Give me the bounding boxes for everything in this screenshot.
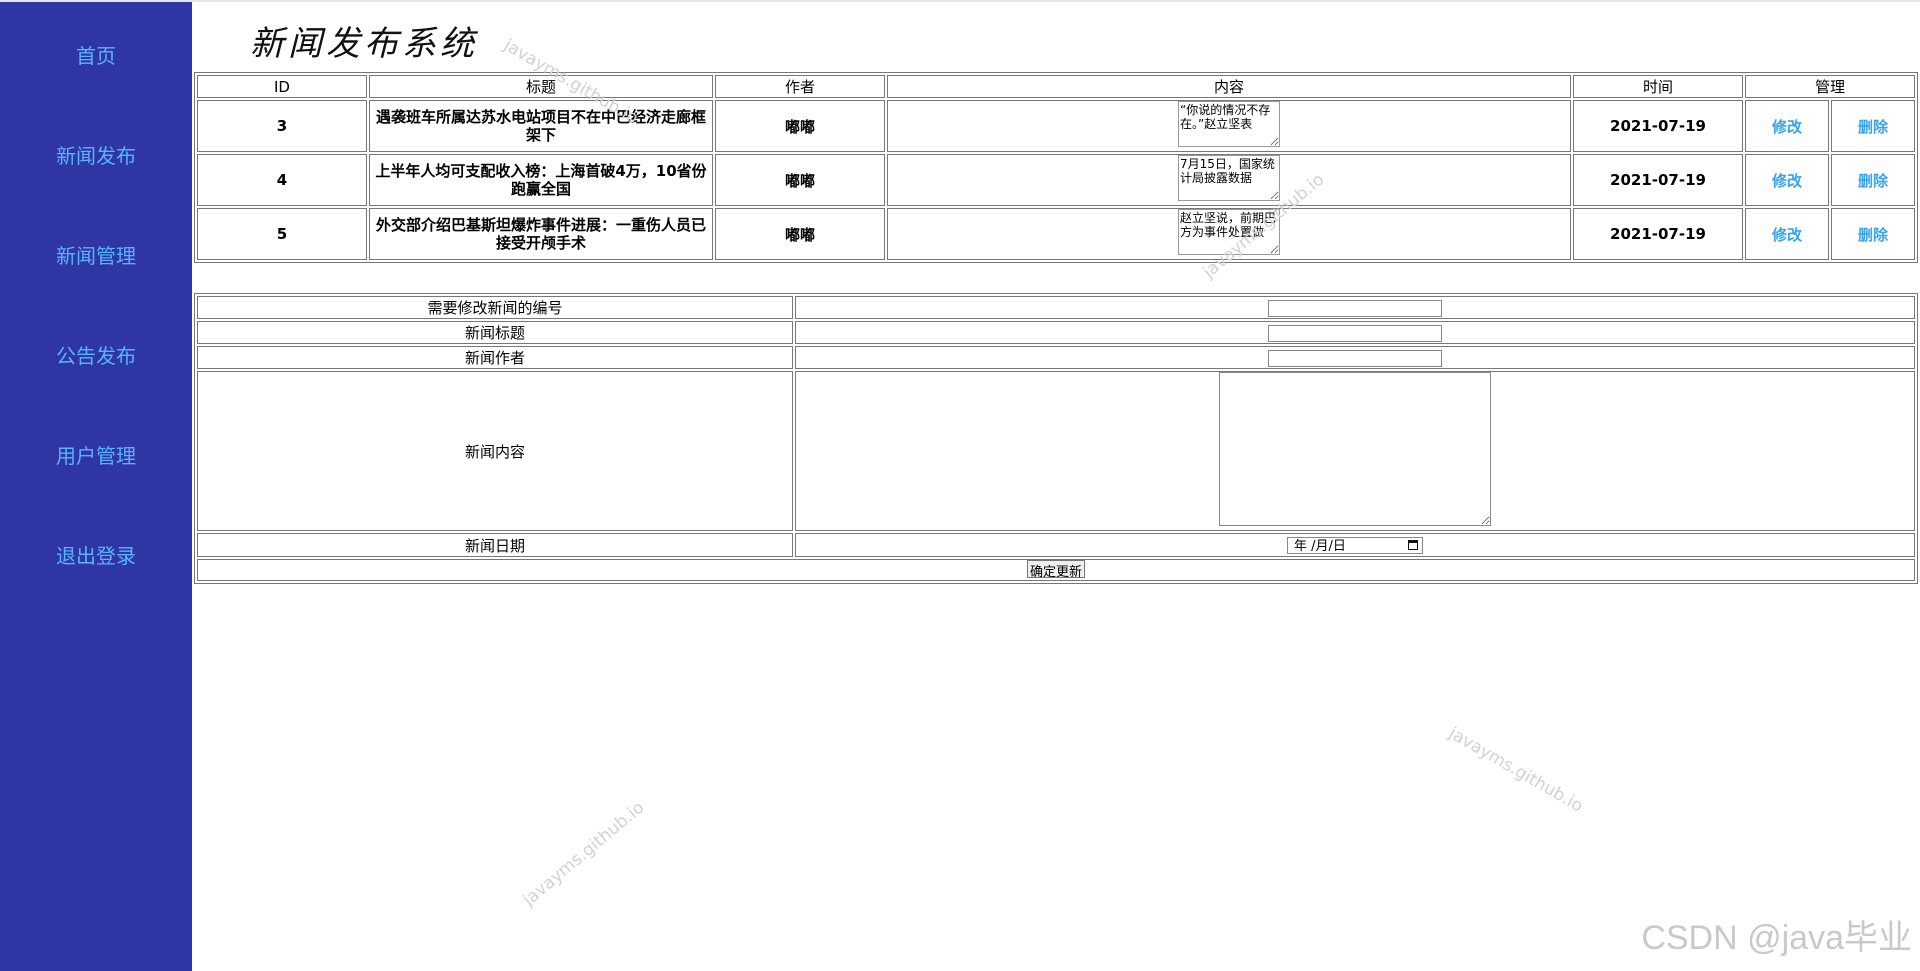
calendar-icon[interactable] bbox=[1408, 540, 1418, 550]
delete-link[interactable]: 删除 bbox=[1858, 118, 1888, 136]
table-header-row: ID 标题 作者 内容 时间 管理 bbox=[197, 75, 1915, 98]
content-textarea[interactable]: 7月15日，国家统计局披露数据 bbox=[1178, 155, 1280, 201]
author-label: 新闻作者 bbox=[197, 346, 793, 369]
edit-link[interactable]: 修改 bbox=[1772, 226, 1802, 244]
row-content: “你说的情况不存在。”赵立坚表 bbox=[887, 100, 1571, 152]
edit-link[interactable]: 修改 bbox=[1772, 118, 1802, 136]
id-label: 需要修改新闻的编号 bbox=[197, 296, 793, 319]
row-id: 3 bbox=[197, 100, 367, 152]
row-time: 2021-07-19 bbox=[1573, 208, 1743, 260]
form-row-title: 新闻标题 bbox=[197, 321, 1915, 344]
row-author: 嘟嘟 bbox=[715, 100, 885, 152]
content-textarea[interactable]: “你说的情况不存在。”赵立坚表 bbox=[1178, 101, 1280, 147]
content-field-cell bbox=[795, 371, 1915, 531]
row-delete-cell: 删除 bbox=[1831, 154, 1915, 206]
form-row-submit: 确定更新 bbox=[197, 559, 1915, 581]
column-header-content: 内容 bbox=[887, 75, 1571, 98]
table-row: 5 外交部介绍巴基斯坦爆炸事件进展：一重伤人员已接受开颅手术 嘟嘟 赵立坚说，前… bbox=[197, 208, 1915, 260]
edit-news-form: 需要修改新闻的编号 新闻标题 新闻作者 新闻内容 新闻日期 年 /月/日 确定更… bbox=[194, 293, 1918, 584]
submit-cell: 确定更新 bbox=[197, 559, 1915, 581]
column-header-title: 标题 bbox=[369, 75, 713, 98]
sidebar-item-news-manage[interactable]: 新闻管理 bbox=[0, 240, 192, 269]
news-content-textarea[interactable] bbox=[1219, 372, 1491, 526]
row-edit-cell: 修改 bbox=[1745, 208, 1829, 260]
date-placeholder: 年 /月/日 bbox=[1294, 539, 1346, 554]
news-title-input[interactable] bbox=[1268, 324, 1442, 342]
row-edit-cell: 修改 bbox=[1745, 154, 1829, 206]
column-header-id: ID bbox=[197, 75, 367, 98]
title-label: 新闻标题 bbox=[197, 321, 793, 344]
news-date-input[interactable]: 年 /月/日 bbox=[1287, 537, 1423, 554]
form-row-author: 新闻作者 bbox=[197, 346, 1915, 369]
row-title: 外交部介绍巴基斯坦爆炸事件进展：一重伤人员已接受开颅手术 bbox=[369, 208, 713, 260]
watermark: javayms.github.io bbox=[1445, 723, 1587, 817]
row-time: 2021-07-19 bbox=[1573, 100, 1743, 152]
row-content: 赵立坚说，前期巴方为事件处置做 bbox=[887, 208, 1571, 260]
sidebar: 首页 新闻发布 新闻管理 公告发布 用户管理 退出登录 bbox=[0, 2, 192, 971]
date-field-cell: 年 /月/日 bbox=[795, 533, 1915, 557]
sidebar-item-news-publish[interactable]: 新闻发布 bbox=[0, 140, 192, 169]
news-author-input[interactable] bbox=[1268, 349, 1442, 367]
date-label: 新闻日期 bbox=[197, 533, 793, 557]
table-row: 4 上半年人均可支配收入榜：上海首破4万，10省份跑赢全国 嘟嘟 7月15日，国… bbox=[197, 154, 1915, 206]
row-delete-cell: 删除 bbox=[1831, 208, 1915, 260]
csdn-watermark: CSDN @java毕业 bbox=[1641, 919, 1912, 957]
row-time: 2021-07-19 bbox=[1573, 154, 1743, 206]
column-header-manage: 管理 bbox=[1745, 75, 1915, 98]
edit-link[interactable]: 修改 bbox=[1772, 172, 1802, 190]
delete-link[interactable]: 删除 bbox=[1858, 172, 1888, 190]
sidebar-item-user-manage[interactable]: 用户管理 bbox=[0, 440, 192, 469]
confirm-update-button[interactable]: 确定更新 bbox=[1026, 560, 1085, 580]
id-field-cell bbox=[795, 296, 1915, 319]
news-id-input[interactable] bbox=[1268, 299, 1442, 317]
row-id: 5 bbox=[197, 208, 367, 260]
row-author: 嘟嘟 bbox=[715, 208, 885, 260]
row-title: 上半年人均可支配收入榜：上海首破4万，10省份跑赢全国 bbox=[369, 154, 713, 206]
top-border bbox=[0, 0, 1920, 2]
delete-link[interactable]: 删除 bbox=[1858, 226, 1888, 244]
table-row: 3 遇袭班车所属达苏水电站项目不在中巴经济走廊框架下 嘟嘟 “你说的情况不存在。… bbox=[197, 100, 1915, 152]
content-textarea[interactable]: 赵立坚说，前期巴方为事件处置做 bbox=[1178, 209, 1280, 255]
row-title: 遇袭班车所属达苏水电站项目不在中巴经济走廊框架下 bbox=[369, 100, 713, 152]
sidebar-item-home[interactable]: 首页 bbox=[0, 40, 192, 69]
form-row-date: 新闻日期 年 /月/日 bbox=[197, 533, 1915, 557]
news-table: ID 标题 作者 内容 时间 管理 3 遇袭班车所属达苏水电站项目不在中巴经济走… bbox=[194, 72, 1918, 263]
row-id: 4 bbox=[197, 154, 367, 206]
row-edit-cell: 修改 bbox=[1745, 100, 1829, 152]
sidebar-item-notice-publish[interactable]: 公告发布 bbox=[0, 340, 192, 369]
column-header-time: 时间 bbox=[1573, 75, 1743, 98]
row-content: 7月15日，国家统计局披露数据 bbox=[887, 154, 1571, 206]
row-author: 嘟嘟 bbox=[715, 154, 885, 206]
column-header-author: 作者 bbox=[715, 75, 885, 98]
form-row-content: 新闻内容 bbox=[197, 371, 1915, 531]
content-label: 新闻内容 bbox=[197, 371, 793, 531]
sidebar-item-logout[interactable]: 退出登录 bbox=[0, 540, 192, 569]
watermark: javayms.github.io bbox=[519, 797, 649, 911]
site-logo-title: 新闻发布系统 bbox=[250, 24, 478, 64]
title-field-cell bbox=[795, 321, 1915, 344]
author-field-cell bbox=[795, 346, 1915, 369]
row-delete-cell: 删除 bbox=[1831, 100, 1915, 152]
form-row-id: 需要修改新闻的编号 bbox=[197, 296, 1915, 319]
